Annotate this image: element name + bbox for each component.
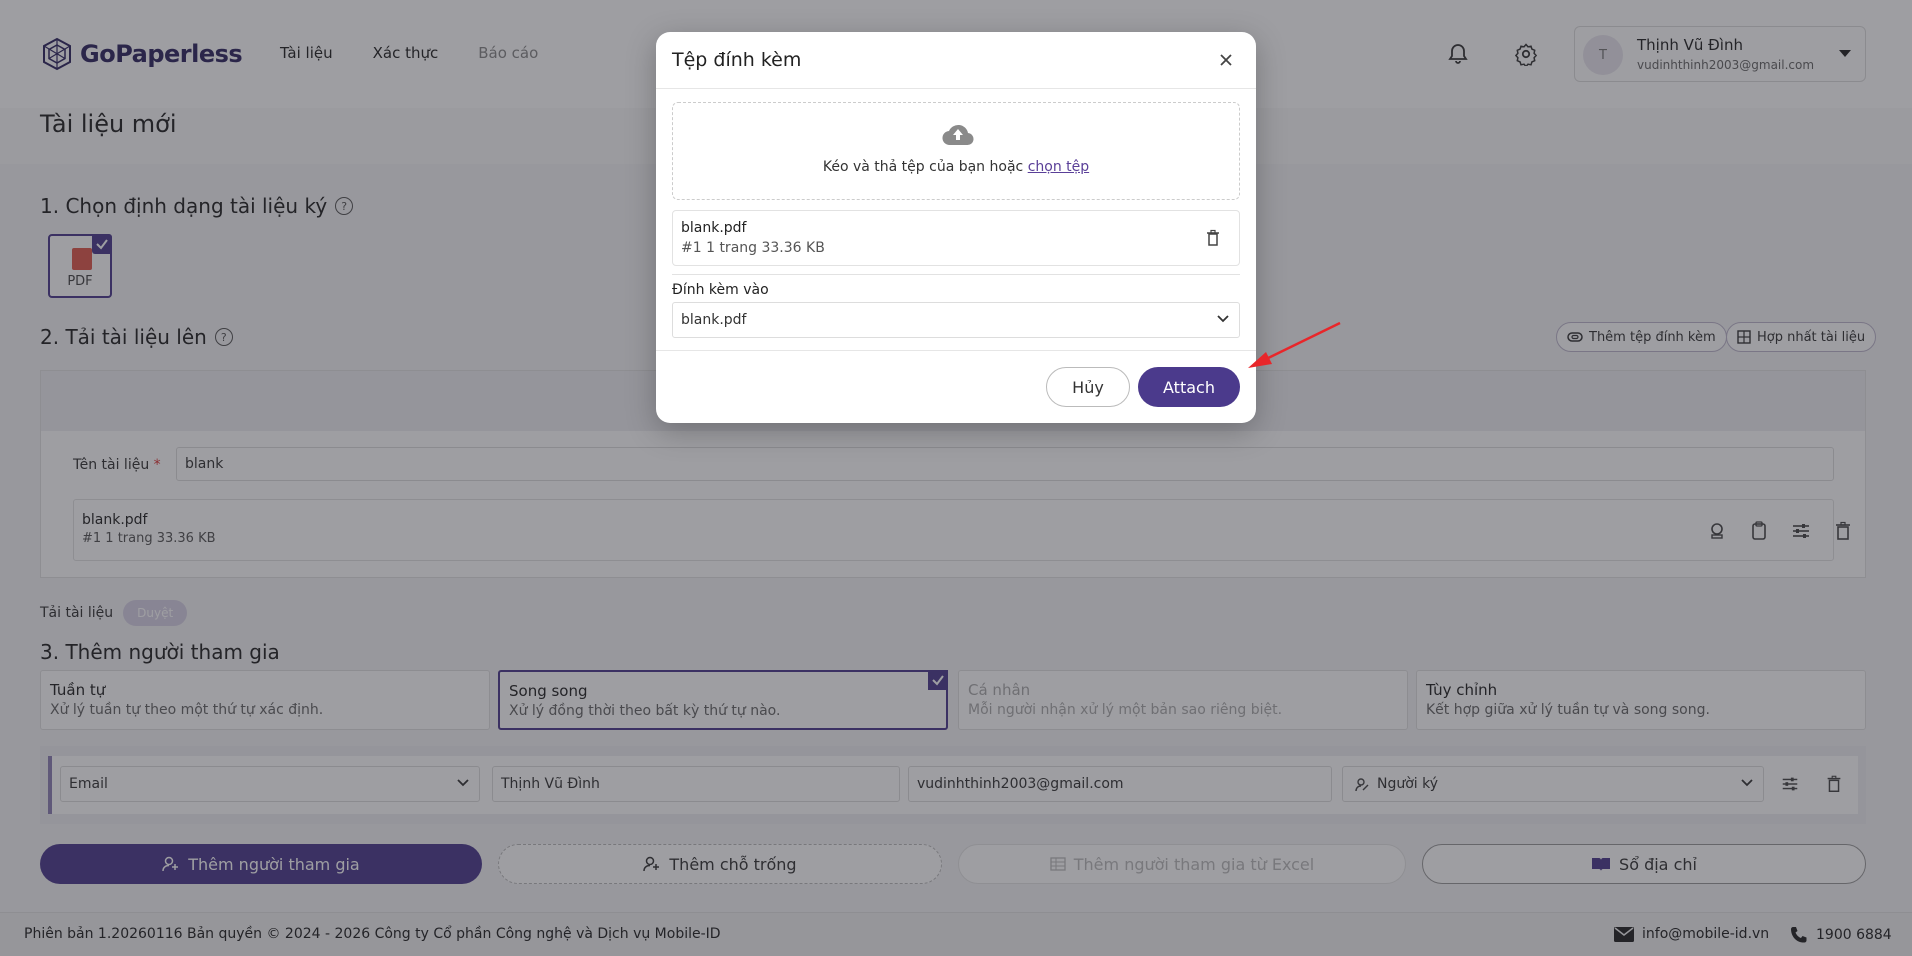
choose-file-link[interactable]: chọn tệp: [1028, 159, 1089, 175]
chevron-down-icon: [1217, 315, 1229, 323]
divider: [672, 274, 1240, 275]
attach-to-label: Đính kèm vào: [672, 282, 769, 298]
modal-title: Tệp đính kèm: [672, 49, 802, 71]
attach-button[interactable]: Attach: [1138, 367, 1240, 407]
divider: [656, 350, 1256, 351]
annotation-arrow-icon: [1248, 321, 1341, 368]
trash-icon[interactable]: [1205, 229, 1221, 247]
attachment-modal: Tệp đính kèm Kéo và thả tệp của bạn hoặc…: [656, 32, 1256, 423]
cancel-button[interactable]: Hủy: [1046, 367, 1130, 407]
modal-header: Tệp đính kèm: [656, 32, 1256, 89]
cloud-upload-icon: [942, 124, 974, 146]
attached-file-meta: #1 1 trang 33.36 KB: [681, 240, 825, 256]
attached-file-name: blank.pdf: [681, 220, 747, 236]
file-dropzone[interactable]: Kéo và thả tệp của bạn hoặc chọn tệp: [672, 102, 1240, 200]
attached-file-row: blank.pdf #1 1 trang 33.36 KB: [672, 210, 1240, 266]
dropzone-text: Kéo và thả tệp của bạn hoặc chọn tệp: [822, 159, 1090, 175]
close-icon[interactable]: [1216, 50, 1236, 70]
attach-to-select[interactable]: blank.pdf: [672, 302, 1240, 338]
